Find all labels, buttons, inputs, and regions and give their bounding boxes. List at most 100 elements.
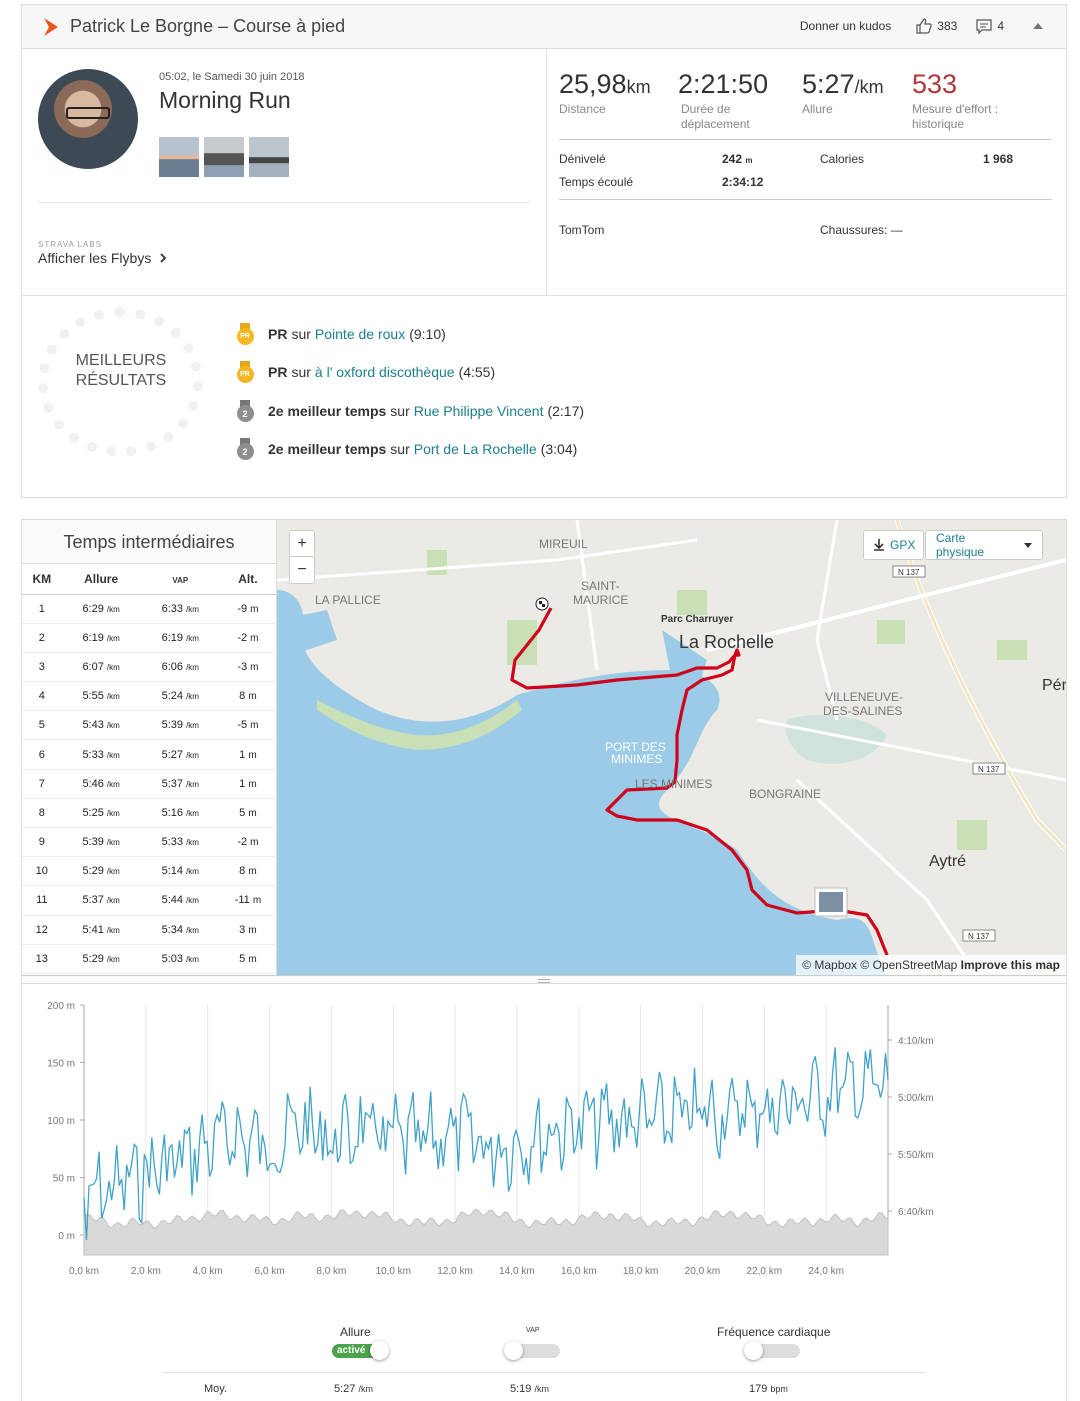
split-gap: 5:33 /km <box>140 827 220 858</box>
comment-icon <box>976 19 992 35</box>
zoom-in-button[interactable]: + <box>290 531 314 557</box>
splits-body: 1 6:29 /km 6:33 /km -9 m 2 6:19 /km 6:19 /km -2… <box>22 594 276 974</box>
split-row[interactable]: 3 6:07 /km 6:06 /km -3 m <box>22 652 276 683</box>
split-gap: 6:06 /km <box>140 652 220 683</box>
split-row[interactable]: 5 5:43 /km 5:39 /km -5 m <box>22 710 276 741</box>
zoom-out-button[interactable]: − <box>290 557 314 583</box>
segment-link[interactable]: Port de La Rochelle <box>414 441 537 457</box>
split-row[interactable]: 2 6:19 /km 6:19 /km -2 m <box>22 623 276 653</box>
photo-thumbnail[interactable] <box>249 137 289 177</box>
attribution-mapbox[interactable]: © Mapbox <box>802 958 857 972</box>
split-alt: -2 m <box>219 623 276 653</box>
splits-title: Temps intermédiaires <box>22 520 276 564</box>
avg-pace-value: 5:27 <box>334 1383 356 1395</box>
resize-handle[interactable] <box>22 975 1066 984</box>
gpx-download-button[interactable]: GPX <box>863 530 925 560</box>
activity-header: Patrick Le Borgne – Course à pied Donner… <box>21 4 1067 49</box>
right-tick-label: 4:10/km <box>898 1036 934 1047</box>
athlete-avatar[interactable] <box>38 69 138 169</box>
comments-count-button[interactable]: 4 <box>975 17 1004 35</box>
effort-label: Mesure d'effort : historique <box>912 102 999 131</box>
achievement-time: (3:04) <box>540 441 578 457</box>
pace-legend-label: Allure <box>340 1325 371 1339</box>
split-row[interactable]: 7 5:46 /km 5:37 /km 1 m <box>22 769 276 799</box>
split-row[interactable]: 6 5:33 /km 5:27 /km 1 m <box>22 739 276 770</box>
segment-link[interactable]: Pointe de roux <box>315 326 405 342</box>
x-tick-label: 24,0 km <box>808 1266 844 1277</box>
split-pace: 5:37 /km <box>61 885 141 916</box>
route-map[interactable]: MIREUIL SAINT- MAURICE LA PALLICE Parc C… <box>277 520 1066 975</box>
header-km: KM <box>22 564 62 595</box>
avg-pace: 5:27 /km <box>334 1383 373 1395</box>
split-row[interactable]: 11 5:37 /km 5:44 /km -11 m <box>22 885 276 916</box>
medal-text: 2 <box>236 443 254 460</box>
elevation-pace-chart[interactable]: 200 m 150 m 100 m 50 m 0 m 4:10/km 5:00/km 5:50… <box>22 985 1066 1285</box>
divider <box>22 295 1066 296</box>
x-tick-label: 0,0 km <box>69 1266 99 1277</box>
split-gap: 5:03 /km <box>140 944 220 974</box>
map-canvas[interactable]: MIREUIL SAINT- MAURICE LA PALLICE Parc C… <box>277 520 1066 975</box>
split-pace: 5:33 /km <box>61 739 141 770</box>
attribution-improve[interactable]: Improve this map <box>961 958 1060 972</box>
split-alt-value: 5 <box>239 952 246 965</box>
photo-thumbnail[interactable] <box>204 137 244 177</box>
split-pace-unit: /km <box>106 721 120 731</box>
pace-toggle[interactable]: activé <box>332 1341 389 1360</box>
split-alt-value: -5 <box>237 719 248 732</box>
map-park <box>427 550 447 575</box>
split-pace-unit: /km <box>106 896 120 906</box>
split-gap-value: 5:34 <box>161 923 184 936</box>
header-title[interactable]: Patrick Le Borgne – Course à pied <box>70 16 345 37</box>
split-alt: -9 m <box>219 594 276 624</box>
split-alt-unit: m <box>252 895 262 907</box>
map-type-select[interactable]: Carte physique <box>925 530 1043 560</box>
split-row[interactable]: 4 5:55 /km 5:24 /km 8 m <box>22 681 276 712</box>
chart-canvas[interactable]: 200 m 150 m 100 m 50 m 0 m 4:10/km 5:00/km 5:50… <box>22 985 1066 1285</box>
split-row[interactable]: 8 5:25 /km 5:16 /km 5 m <box>22 798 276 829</box>
split-row[interactable]: 1 6:29 /km 6:33 /km -9 m <box>22 594 276 624</box>
split-gap-value: 5:03 <box>161 952 184 965</box>
split-row[interactable]: 12 5:41 /km 5:34 /km 3 m <box>22 915 276 945</box>
strava-labs-label: STRAVA LABS <box>38 240 103 249</box>
split-row[interactable]: 13 5:29 /km 5:03 /km 5 m <box>22 944 276 974</box>
place-label: Pér <box>1042 677 1066 694</box>
split-row[interactable]: 10 5:29 /km 5:14 /km 8 m <box>22 856 276 887</box>
divider <box>559 199 1052 200</box>
divider <box>38 202 530 203</box>
split-alt-unit: m <box>250 661 259 673</box>
gap-toggle[interactable] <box>504 1341 560 1360</box>
split-gap: 5:37 /km <box>140 769 220 799</box>
split-row[interactable]: 9 5:39 /km 5:33 /km -2 m <box>22 827 276 858</box>
divider <box>546 49 547 295</box>
split-km: 5 <box>22 710 62 741</box>
map-park <box>677 590 707 615</box>
finish-flag-icon <box>535 597 549 611</box>
split-pace: 5:41 /km <box>61 915 141 945</box>
x-tick-label: 2,0 km <box>131 1266 161 1277</box>
activity-summary: 05:02, le Samedi 30 juin 2018 Morning Ru… <box>21 49 1067 498</box>
achievement-title: 2e meilleur temps <box>268 441 387 457</box>
give-kudos-button[interactable]: Donner un kudos <box>800 19 891 33</box>
split-alt-value: 1 <box>239 777 246 790</box>
hr-toggle[interactable] <box>744 1341 800 1360</box>
kudos-count-button[interactable]: 383 <box>915 17 957 35</box>
activity-title: Morning Run <box>159 87 291 113</box>
segment-link[interactable]: à l' oxford discothèque <box>315 364 455 380</box>
split-pace: 5:43 /km <box>61 710 141 741</box>
elapsed-label: Temps écoulé <box>559 175 634 189</box>
attribution-osm[interactable]: © OpenStreetMap <box>860 958 957 972</box>
map-type-label: Carte physique <box>936 531 985 559</box>
split-pace-unit: /km <box>106 633 120 643</box>
flybys-link[interactable]: Afficher les Flybys <box>38 250 168 266</box>
right-tick-label: 6:40/km <box>898 1207 934 1218</box>
collapse-button[interactable] <box>1030 18 1046 34</box>
segment-link[interactable]: Rue Philippe Vincent <box>414 403 544 419</box>
stat-effort[interactable]: 533 Mesure d'effort : historique <box>912 69 1012 132</box>
split-pace-value: 5:55 <box>82 690 104 703</box>
best-results-line1: MEILLEURS <box>75 352 167 369</box>
avg-gap: 5:19 /km <box>510 1383 549 1395</box>
place-label: LES MINIMES <box>635 777 712 791</box>
split-gap-value: 5:39 <box>161 719 184 732</box>
photo-thumbnail[interactable] <box>159 137 199 177</box>
strava-run-icon <box>44 17 58 36</box>
